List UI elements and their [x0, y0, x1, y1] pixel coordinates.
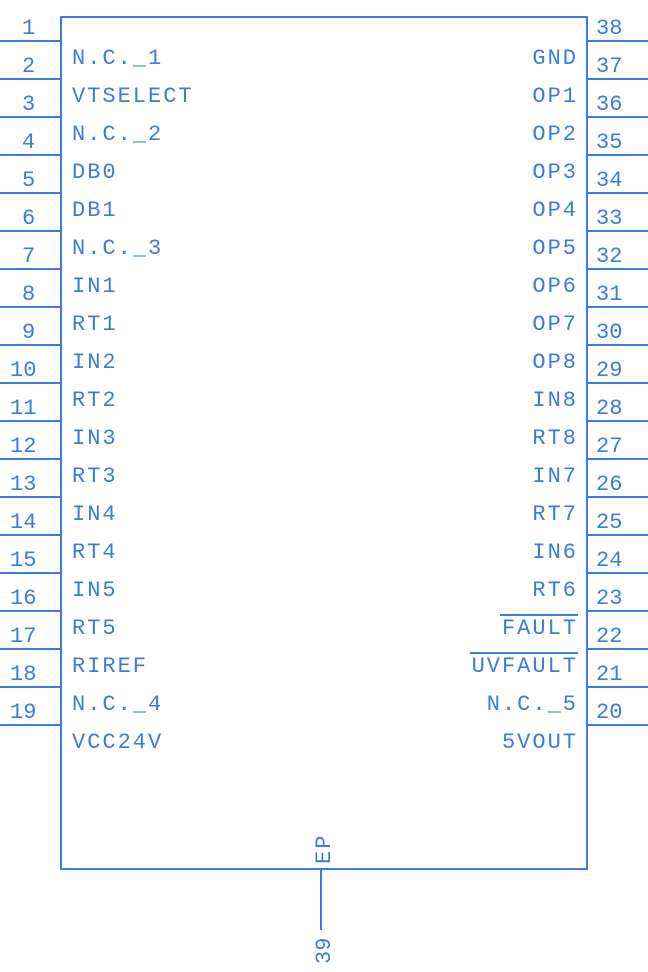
pin-number: 6: [22, 206, 35, 231]
pin-label: UVFAULT: [472, 654, 578, 679]
pin-label: OP6: [532, 274, 578, 299]
pin-label: RT2: [72, 388, 118, 413]
pin-number: 35: [596, 130, 622, 155]
pin-number: 37: [596, 54, 622, 79]
pin-line-bottom: [320, 870, 322, 930]
pin-number: 21: [596, 662, 622, 687]
pin-number: 27: [596, 434, 622, 459]
pin-number: 36: [596, 92, 622, 117]
pin-number: 12: [10, 434, 36, 459]
pin-label: VTSELECT: [72, 84, 194, 109]
pin-number: 14: [10, 510, 36, 535]
pin-number: 3: [22, 92, 35, 117]
pin-label: RT6: [532, 578, 578, 603]
pin-number: 17: [10, 624, 36, 649]
pin-number: 30: [596, 320, 622, 345]
pin-label: RT1: [72, 312, 118, 337]
pin-label: N.C._2: [72, 122, 163, 147]
pin-label: IN4: [72, 502, 118, 527]
pin-number: 19: [10, 700, 36, 725]
pin-number: 15: [10, 548, 36, 573]
pin-label: FAULT: [502, 616, 578, 641]
pin-number: 4: [22, 130, 35, 155]
overline: [500, 614, 578, 616]
pin-label: OP5: [532, 236, 578, 261]
pin-number: 24: [596, 548, 622, 573]
pin-number: 38: [596, 16, 622, 41]
ic-pinout-diagram: 1 N.C._1 2 VTSELECT 3 N.C._2 4 DB0 5 DB1 6 N.C._3 7 I…: [0, 0, 648, 972]
pin-number: 23: [596, 586, 622, 611]
pin-number: 39: [312, 938, 337, 964]
pin-label: IN5: [72, 578, 118, 603]
pin-label: OP4: [532, 198, 578, 223]
pin-label: OP1: [532, 84, 578, 109]
pin-number: 9: [22, 320, 35, 345]
pin-label: 5VOUT: [502, 730, 578, 755]
pin-number: 29: [596, 358, 622, 383]
pin-label: OP7: [532, 312, 578, 337]
pin-label: OP8: [532, 350, 578, 375]
pin-label: N.C._1: [72, 46, 163, 71]
pin-label: N.C._5: [487, 692, 578, 717]
pin-label: IN7: [532, 464, 578, 489]
pin-label: RT8: [532, 426, 578, 451]
pin-label: RT5: [72, 616, 118, 641]
pin-number: 33: [596, 206, 622, 231]
pin-number: 1: [22, 16, 35, 41]
pin-number: 32: [596, 244, 622, 269]
overline: [470, 652, 578, 654]
pin-label: IN8: [532, 388, 578, 413]
pin-label: EP: [312, 834, 337, 864]
pin-label: DB0: [72, 160, 118, 185]
pin-number: 18: [10, 662, 36, 687]
pin-number: 25: [596, 510, 622, 535]
pin-label: RT7: [532, 502, 578, 527]
pin-number: 10: [10, 358, 36, 383]
pin-number: 31: [596, 282, 622, 307]
pin-label: GND: [532, 46, 578, 71]
pin-number: 26: [596, 472, 622, 497]
pin-label: RIREF: [72, 654, 148, 679]
pin-label: IN3: [72, 426, 118, 451]
pin-label: IN2: [72, 350, 118, 375]
pin-label: IN6: [532, 540, 578, 565]
pin-number: 16: [10, 586, 36, 611]
pin-label: RT4: [72, 540, 118, 565]
pin-label: N.C._4: [72, 692, 163, 717]
pin-label: RT3: [72, 464, 118, 489]
pin-number: 7: [22, 244, 35, 269]
pin-label: OP3: [532, 160, 578, 185]
pin-number: 20: [596, 700, 622, 725]
pin-number: 2: [22, 54, 35, 79]
pin-number: 11: [10, 396, 36, 421]
pin-number: 34: [596, 168, 622, 193]
pin-number: 5: [22, 168, 35, 193]
pin-number: 28: [596, 396, 622, 421]
pin-label: N.C._3: [72, 236, 163, 261]
pin-label: DB1: [72, 198, 118, 223]
pin-label: IN1: [72, 274, 118, 299]
pin-label: OP2: [532, 122, 578, 147]
pin-label: VCC24V: [72, 730, 163, 755]
pin-number: 13: [10, 472, 36, 497]
pin-number: 8: [22, 282, 35, 307]
pin-number: 22: [596, 624, 622, 649]
